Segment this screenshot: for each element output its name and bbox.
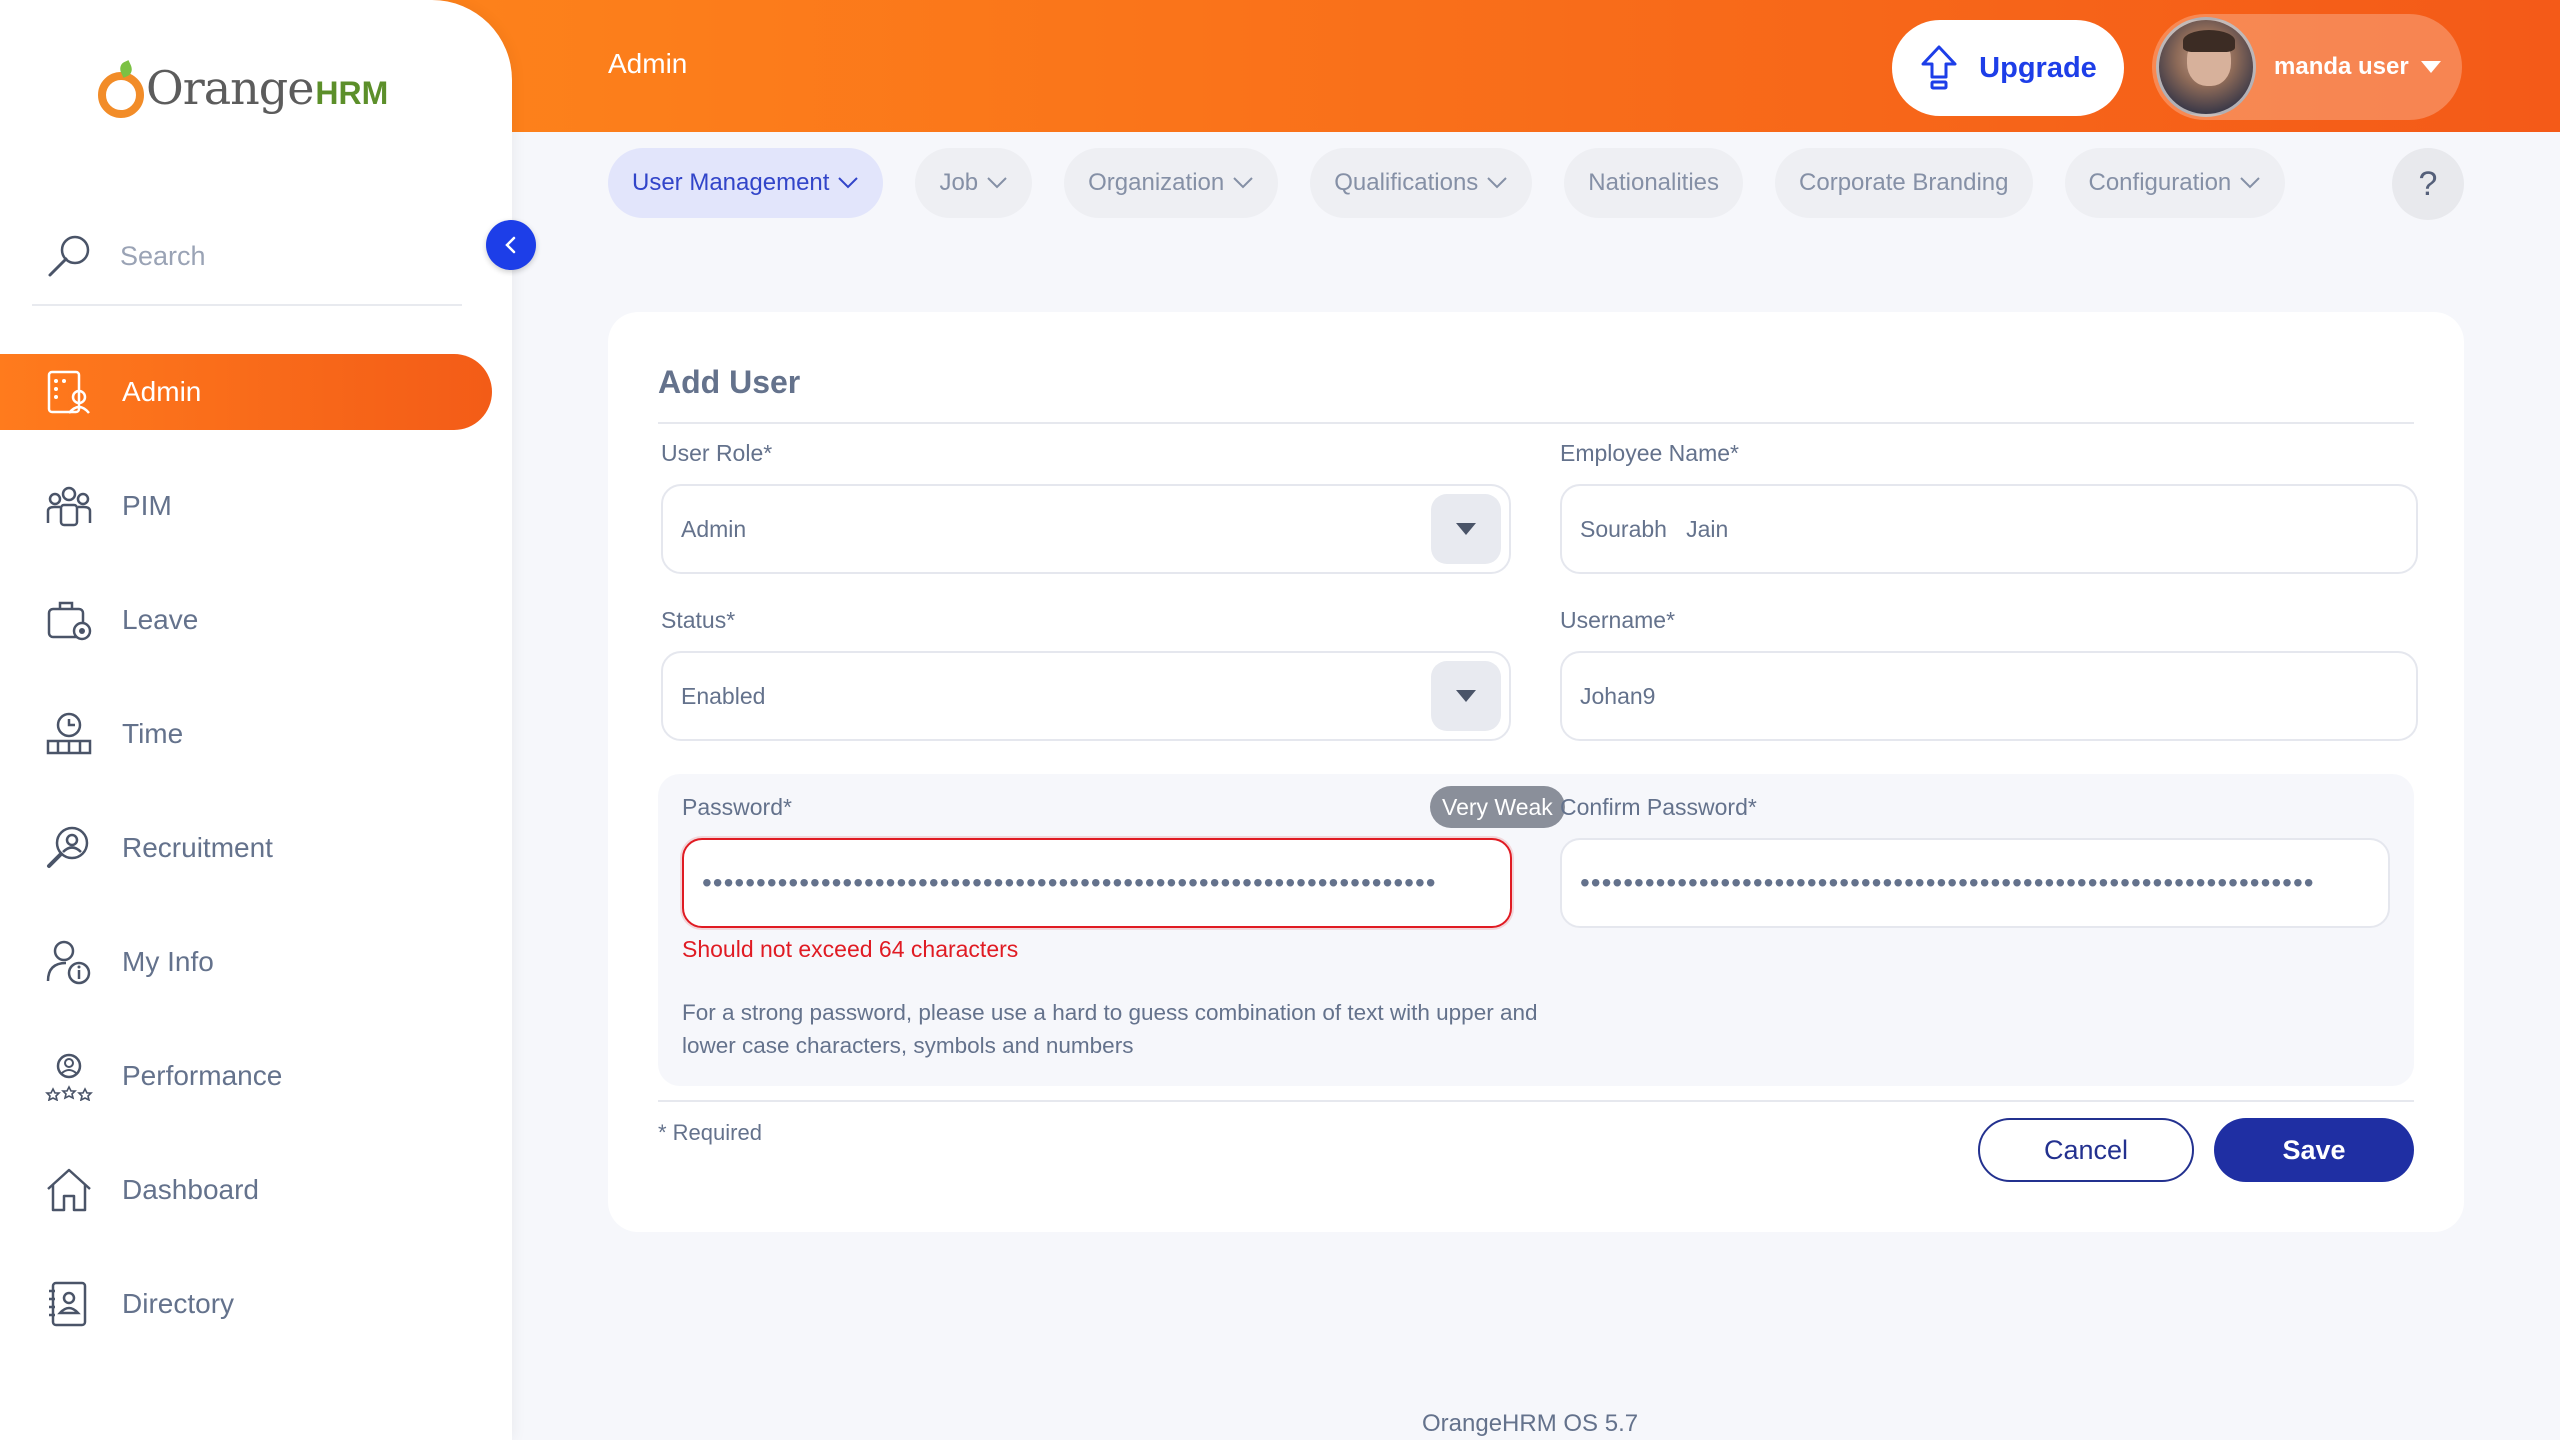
status-select[interactable]: Enabled	[661, 651, 1511, 741]
chevron-down-icon	[838, 177, 859, 189]
user-role-label: User Role*	[661, 440, 773, 466]
brand-logo-text: Orange	[146, 61, 314, 115]
footer-version: OrangeHRM OS 5.7	[1422, 1410, 1639, 1437]
orange-logo-icon	[98, 72, 144, 118]
cancel-button[interactable]: Cancel	[1978, 1118, 2194, 1182]
top-nav-tabs: User Management Job Organization Qualifi…	[608, 148, 2317, 218]
sidebar-item-time[interactable]: Time	[0, 696, 492, 772]
sidebar-item-performance[interactable]: Performance	[0, 1038, 492, 1114]
tab-label: Organization	[1088, 169, 1225, 196]
tab-configuration[interactable]: Configuration	[2064, 148, 2286, 218]
help-button[interactable]: ?	[2392, 148, 2464, 220]
confirm-password-input[interactable]: ••••••••••••••••••••••••••••••••••••••••…	[1560, 838, 2390, 928]
sidebar-item-directory[interactable]: Directory	[0, 1266, 492, 1342]
tab-label: Corporate Branding	[1799, 169, 2009, 196]
leave-icon	[47, 601, 92, 641]
tab-corporate-branding[interactable]: Corporate Branding	[1775, 148, 2033, 218]
chevron-down-icon	[2240, 177, 2260, 189]
confirm-password-label: Confirm Password*	[1560, 794, 1757, 820]
collapse-sidebar-button[interactable]	[486, 220, 536, 270]
password-error-message: Should not exceed 64 characters	[682, 936, 1019, 962]
user-name: manda user	[2274, 53, 2409, 80]
tab-label: User Management	[632, 169, 830, 196]
status-label: Status*	[661, 607, 736, 633]
password-input[interactable]: ••••••••••••••••••••••••••••••••••••••••…	[682, 838, 1512, 928]
upgrade-icon	[1921, 45, 1957, 90]
module-title: Admin	[608, 48, 688, 79]
sidebar-search	[32, 208, 462, 306]
search-icon	[48, 235, 90, 277]
search-input[interactable]	[120, 240, 420, 272]
main-menu: Admin PIM Leave Time Recruitment My Info…	[0, 354, 512, 1380]
avatar	[2156, 17, 2256, 117]
save-button[interactable]: Save	[2214, 1118, 2414, 1182]
upgrade-button[interactable]: Upgrade	[1892, 20, 2124, 116]
tab-nationalities[interactable]: Nationalities	[1564, 148, 1744, 218]
tab-label: Configuration	[2088, 169, 2232, 196]
sidebar-item-pim[interactable]: PIM	[0, 468, 492, 544]
employee-name-label: Employee Name*	[1560, 440, 1739, 466]
sidebar-item-label: Directory	[122, 1288, 235, 1319]
status-value: Enabled	[681, 682, 766, 709]
tab-label: Job	[939, 169, 979, 196]
required-note: * Required	[658, 1120, 762, 1145]
password-section: Password* Very Weak ••••••••••••••••••••…	[658, 774, 2414, 1086]
chevron-down-icon	[1233, 177, 1253, 189]
dashboard-icon	[47, 1168, 91, 1212]
user-dropdown[interactable]: manda user	[2152, 14, 2462, 120]
sidebar-item-label: My Info	[122, 946, 214, 977]
sidebar-item-my-info[interactable]: My Info	[0, 924, 492, 1000]
employee-name-input[interactable]: Sourabh Jain	[1560, 484, 2418, 574]
tab-user-management[interactable]: User Management	[608, 148, 884, 218]
brand-logo-suffix: HRM	[315, 74, 389, 111]
add-user-card: Add User User Role* Admin Employee Name*…	[608, 312, 2464, 1232]
dropdown-arrow-icon[interactable]	[1431, 494, 1501, 564]
sidebar-item-label: Performance	[122, 1060, 283, 1091]
directory-icon	[49, 1281, 87, 1327]
my-info-icon	[46, 940, 91, 985]
recruitment-icon	[47, 826, 89, 868]
pim-icon	[46, 486, 92, 527]
chevron-left-icon	[505, 236, 516, 254]
sidebar-item-admin[interactable]: Admin	[0, 354, 492, 430]
page-title: Add User	[658, 364, 801, 400]
sidebar-item-label: Time	[122, 718, 184, 749]
tab-organization[interactable]: Organization	[1064, 148, 1279, 218]
dropdown-arrow-icon[interactable]	[1431, 661, 1501, 731]
performance-icon	[45, 1053, 93, 1101]
sidebar-item-label: PIM	[122, 490, 172, 521]
tab-qualifications[interactable]: Qualifications	[1310, 148, 1533, 218]
sidebar-item-leave[interactable]: Leave	[0, 582, 492, 658]
user-role-value: Admin	[681, 515, 747, 542]
sidebar-item-recruitment[interactable]: Recruitment	[0, 810, 492, 886]
divider	[658, 1100, 2414, 1102]
time-icon	[46, 712, 92, 755]
password-strength-badge: Very Weak	[1430, 786, 1565, 828]
admin-icon	[47, 370, 90, 414]
sidebar: Orange HRM Admin PIM Leave Time Recruitm…	[0, 0, 512, 1440]
upgrade-label: Upgrade	[1979, 51, 2097, 84]
sidebar-item-dashboard[interactable]: Dashboard	[0, 1152, 492, 1228]
password-hint: For a strong password, please use a hard…	[682, 1000, 1538, 1058]
password-label: Password*	[682, 794, 792, 820]
divider	[658, 422, 2414, 424]
username-label: Username*	[1560, 607, 1676, 633]
username-input[interactable]: Johan9	[1560, 651, 2418, 741]
user-role-select[interactable]: Admin	[661, 484, 1511, 574]
sidebar-item-label: Admin	[122, 376, 202, 407]
chevron-down-icon	[1487, 177, 1508, 189]
sidebar-item-label: Dashboard	[122, 1174, 259, 1205]
chevron-down-icon	[987, 177, 1007, 189]
tab-job[interactable]: Job	[915, 148, 1033, 218]
tab-label: Nationalities	[1588, 169, 1720, 196]
brand-logo[interactable]: Orange HRM	[98, 58, 388, 118]
tab-label: Qualifications	[1334, 169, 1479, 196]
sidebar-item-label: Recruitment	[122, 832, 273, 863]
caret-down-icon	[2420, 61, 2441, 73]
sidebar-item-label: Leave	[122, 604, 199, 635]
